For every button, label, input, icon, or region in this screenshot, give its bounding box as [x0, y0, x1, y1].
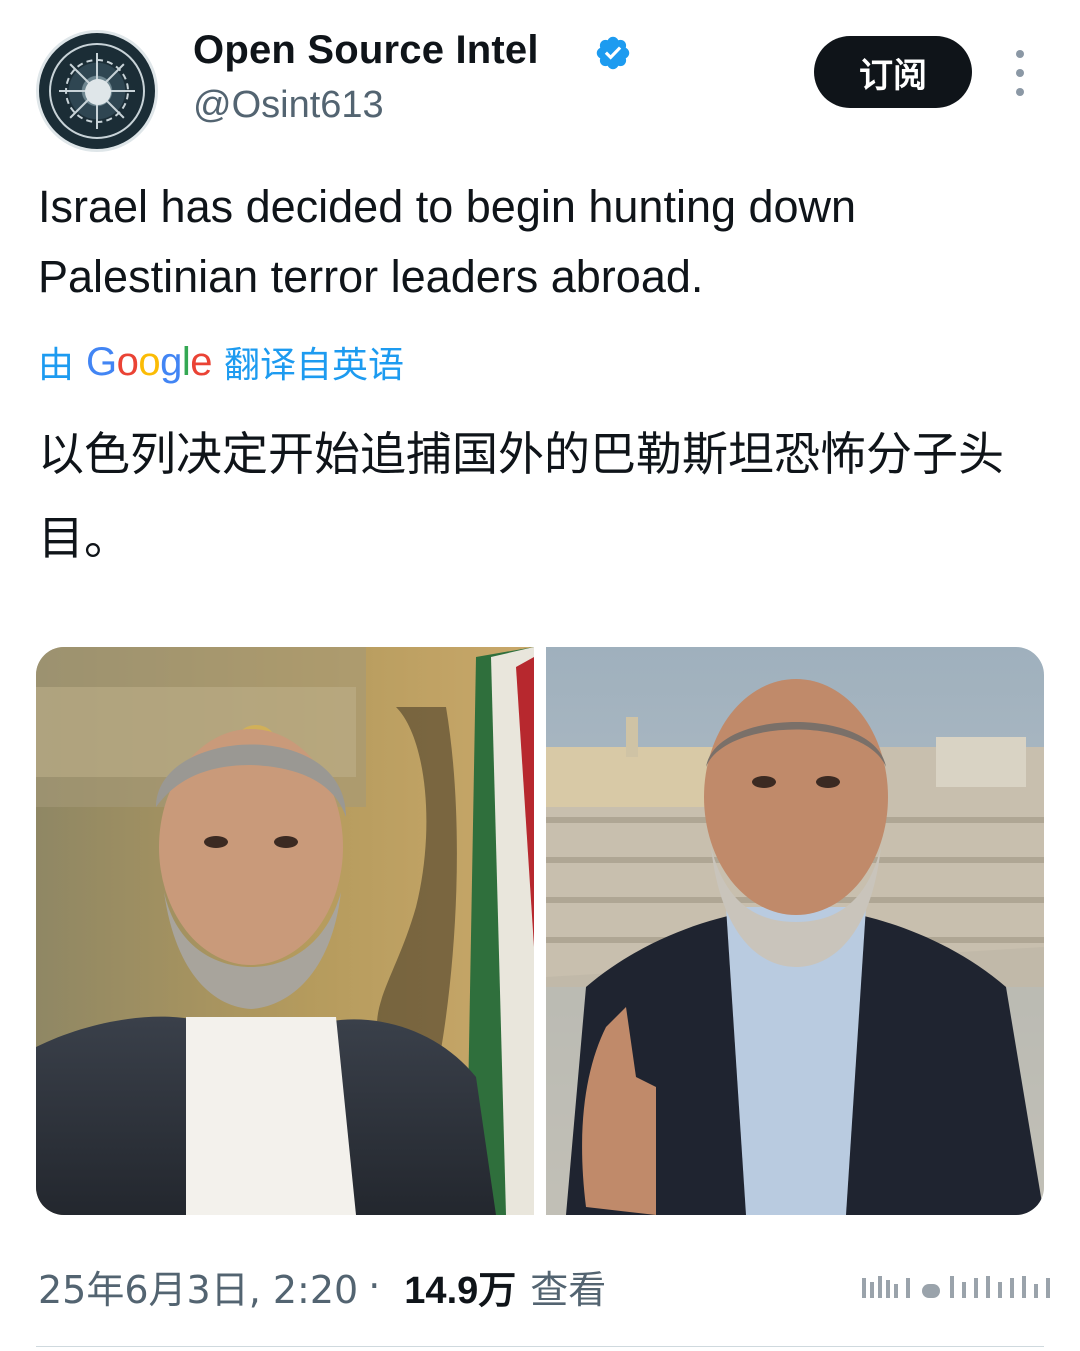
media-grid	[36, 647, 1044, 1215]
subscribe-button[interactable]: 订阅	[814, 36, 972, 108]
account-handle[interactable]: @Osint613	[193, 84, 384, 127]
bottom-divider	[36, 1346, 1044, 1347]
osint-emblem-icon	[85, 79, 111, 105]
tweet-text: Israel has decided to begin hunting down…	[38, 181, 857, 302]
photo-right-image	[546, 647, 1044, 1215]
more-vertical-icon[interactable]	[1006, 50, 1034, 96]
views-label: 查看	[530, 1267, 607, 1312]
tweet-meta: 25年6月3日, 2:20 · 14.9万 查看	[38, 1258, 606, 1314]
translated-text: 以色列决定开始追捕国外的巴勒斯坦恐怖分子头目。	[38, 427, 1004, 565]
verified-badge-icon	[596, 36, 630, 70]
photo-left[interactable]	[36, 647, 534, 1215]
avatar[interactable]	[36, 30, 158, 152]
meta-separator: ·	[368, 1264, 381, 1308]
google-logo: Google	[86, 339, 213, 384]
timestamp[interactable]: 25年6月3日, 2:20	[38, 1259, 358, 1314]
display-name[interactable]: Open Source Intel	[193, 28, 539, 73]
watermark-graphic	[862, 1276, 1050, 1298]
views-count: 14.9万	[404, 1269, 517, 1312]
photo-left-image	[36, 647, 534, 1215]
translation-suffix: 翻译自英语	[224, 345, 405, 386]
tweet-header: Open Source Intel @Osint613 订阅	[0, 0, 1080, 152]
translation-attribution[interactable]: 由 Google 翻译自英语	[38, 336, 404, 388]
photo-right[interactable]	[546, 647, 1044, 1215]
translation-prefix: 由	[38, 345, 75, 386]
